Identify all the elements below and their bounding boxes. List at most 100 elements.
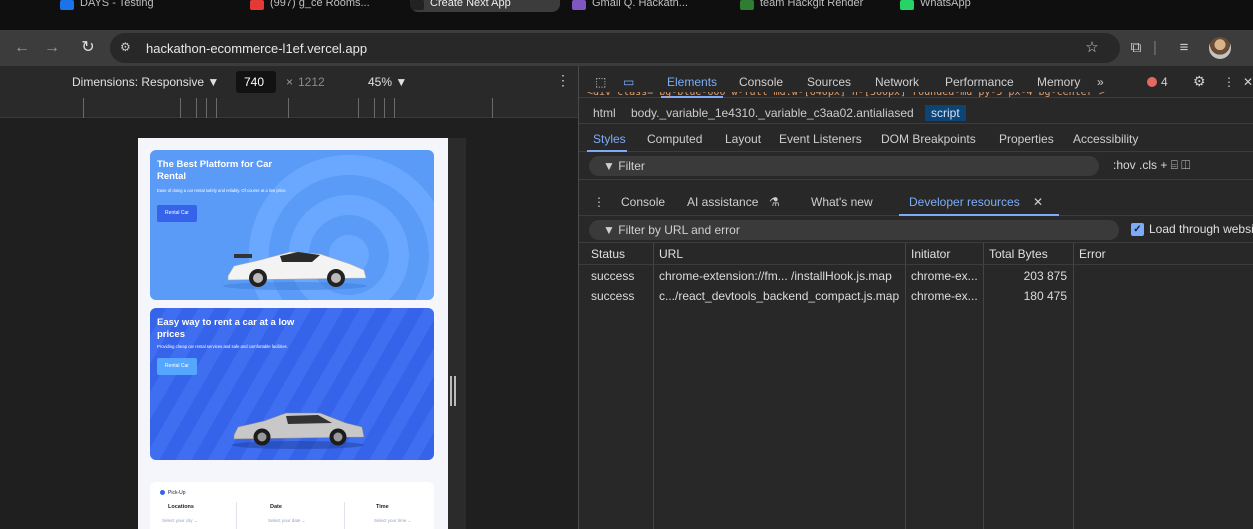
row1-status[interactable]: success [585,266,653,286]
device-toolbar: Dimensions: Responsive ▼ 740 × 1212 45% … [0,66,578,98]
hero-banner-2: Easy way to rent a car at a low prices P… [150,308,434,460]
forward-arrow-icon[interactable]: → [42,38,62,58]
time-value: Select your time [374,518,407,523]
inspect-element-icon[interactable]: ⬚ [595,75,606,89]
close-devtools-icon[interactable]: ✕ [1243,75,1253,89]
tab-network[interactable]: Network [875,75,919,89]
add-rule-icon[interactable]: + [1160,158,1167,172]
ruler-tick [180,98,181,118]
rental-car-button-2[interactable]: Rental Car [157,358,197,375]
row2-bytes[interactable]: 180 475 [983,286,1073,306]
date-select[interactable]: Select your date ⌄ [268,518,306,524]
width-input[interactable]: 740 [236,71,276,93]
close-drawer-tab-icon[interactable]: ✕ [1033,195,1043,209]
drawer-tab-console[interactable]: Console [621,195,665,209]
white-sports-car-image [223,251,367,290]
browser-tab-1[interactable]: DAYS - Testing [60,0,230,12]
header-status[interactable]: Status [585,243,653,265]
styles-filter-input[interactable]: ▼ Filter [589,156,1099,176]
tab-styles[interactable]: Styles [593,132,626,146]
load-through-website-checkbox[interactable]: ✓ [1131,223,1144,236]
drawer-tab-developer-resources[interactable]: Developer resources [909,195,1020,209]
browser-tab-active[interactable]: Create Next App [410,0,560,12]
height-input[interactable]: 1212 [298,71,344,93]
tab-sources[interactable]: Sources [807,75,851,89]
error-count[interactable]: 4 [1161,75,1168,89]
browser-tab-strip: DAYS - Testing (997) g_ce Rooms... Creat… [0,0,1253,30]
tab-properties[interactable]: Properties [999,132,1054,146]
time-label: Time [376,504,389,510]
reading-list-icon[interactable]: ≡ [1174,36,1194,60]
drawer-tab-whats-new[interactable]: What's new [811,195,873,209]
crumb-html[interactable]: html [593,106,616,120]
site-settings-icon[interactable]: ⚙ [120,40,138,56]
header-url[interactable]: URL [653,243,905,265]
tab-computed[interactable]: Computed [647,132,702,146]
row2-status[interactable]: success [585,286,653,306]
more-tabs-icon[interactable]: » [1097,75,1104,89]
browser-tab-5[interactable]: team Hackgit Render [740,0,890,12]
tab-console[interactable]: Console [739,75,783,89]
more-options-icon[interactable]: ⋮ [556,72,570,89]
locations-select[interactable]: Select your city ⌄ [162,518,198,524]
tab-memory[interactable]: Memory [1037,75,1080,89]
tab-dom-breakpoints[interactable]: DOM Breakpoints [881,132,976,146]
hov-cls-toggles[interactable]: :hov .cls [1113,158,1157,172]
header-total-bytes[interactable]: Total Bytes [983,243,1073,265]
developer-resources-table: Status URL Initiator Total Bytes Error s… [579,243,1253,529]
viewport-resize-handle[interactable] [450,376,456,406]
radio-icon[interactable] [160,490,165,496]
filter-tools: :hov .cls + ⌸ ◫ [1113,158,1190,173]
crumb-body[interactable]: body._variable_1e4310._variable_c3aa02.a… [631,106,914,120]
pickup-label-text: Pick-Up [168,490,186,496]
flask-icon: ⚗ [769,195,780,209]
header-initiator[interactable]: Initiator [905,243,983,265]
tab-title: (997) g_ce Rooms... [270,0,370,9]
dimensions-dropdown[interactable]: Dimensions: Responsive ▼ [72,75,219,89]
header-error[interactable]: Error [1073,243,1253,265]
browser-tab-6[interactable]: WhatsApp [900,0,1020,12]
ruler-tick [492,98,493,118]
time-select[interactable]: Select your time ⌄ [374,518,411,524]
row1-bytes[interactable]: 203 875 [983,266,1073,286]
browser-tab-4[interactable]: Gmail Q. Hackath... [572,0,722,12]
tab-accessibility[interactable]: Accessibility [1073,132,1138,146]
drawer-tab-ai-assistance[interactable]: AI assistance [687,195,758,209]
tab-elements[interactable]: Elements [667,75,717,89]
row1-url[interactable]: chrome-extension://fm... /installHook.js… [653,266,905,286]
browser-tab-2[interactable]: (997) g_ce Rooms... [250,0,400,12]
viewport-scrollbar[interactable] [448,138,466,529]
browser-toolbar: ← → ↻ ⚙ hackathon-ecommerce-l1ef.vercel.… [0,30,1253,66]
device-toggle-icon[interactable]: ▭ [623,75,634,89]
ruler-tick [206,98,207,118]
load-through-label: Load through website [1149,222,1253,236]
zoom-dropdown[interactable]: 45% ▼ [368,75,407,89]
date-value: Select your date [268,518,301,523]
tab-event-listeners[interactable]: Event Listeners [779,132,862,146]
address-bar[interactable]: ⚙ hackathon-ecommerce-l1ef.vercel.app [110,33,1120,63]
devtools-menu-icon[interactable]: ⋮ [1223,75,1235,89]
ruler-tick [384,98,385,118]
url-text[interactable]: hackathon-ecommerce-l1ef.vercel.app [146,41,367,56]
row1-initiator[interactable]: chrome-ex... [905,266,983,286]
rental-car-button-1[interactable]: Rental Car [157,205,197,222]
row2-initiator[interactable]: chrome-ex... [905,286,983,306]
tab-layout[interactable]: Layout [725,132,761,146]
bookmark-star-icon[interactable]: ☆ [1082,36,1102,60]
profile-avatar[interactable] [1209,37,1231,59]
drawer-menu-icon[interactable]: ⋮ [593,195,605,209]
toolbar-divider: | [1153,39,1157,56]
row2-url[interactable]: c.../react_devtools_backend_compact.js.m… [653,286,905,306]
whatsapp-icon [900,0,914,10]
tab-performance[interactable]: Performance [945,75,1014,89]
resources-filter-input[interactable]: ▼ Filter by URL and error [589,220,1119,240]
crumb-script[interactable]: script [925,105,966,121]
back-arrow-icon[interactable]: ← [12,38,32,58]
hero1-title: The Best Platform for Car Rental [157,159,273,182]
pickup-divider [236,502,237,529]
extensions-icon[interactable]: ⧉ [1126,36,1146,60]
paint-icon[interactable]: ⌸ [1171,158,1178,172]
sidebar-toggle-icon[interactable]: ◫ [1181,158,1190,172]
reload-icon[interactable]: ↻ [78,38,98,58]
settings-gear-icon[interactable]: ⚙ [1193,73,1206,90]
